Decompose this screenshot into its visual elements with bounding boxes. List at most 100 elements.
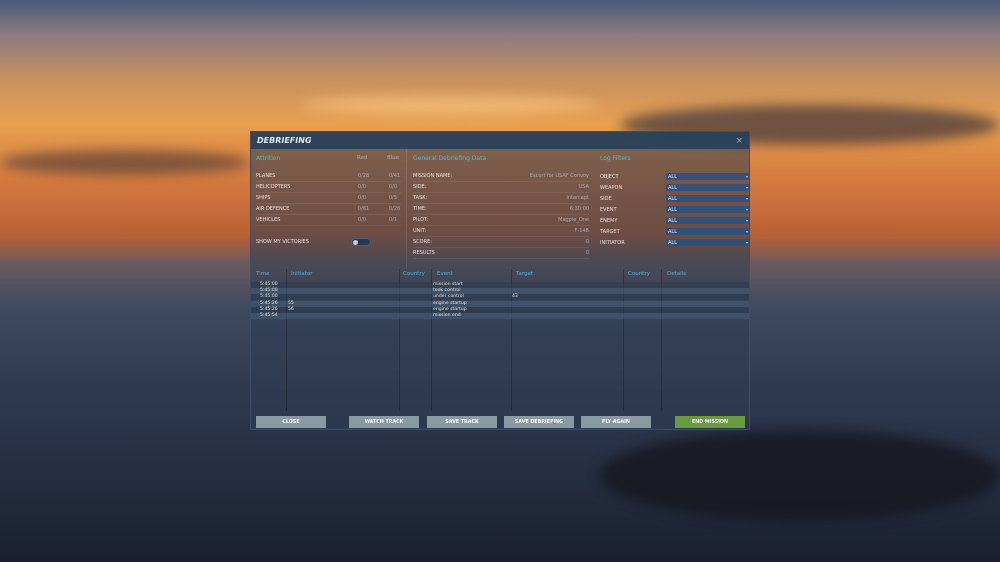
attrition-header: Attrition [256,155,281,162]
filter-select[interactable]: ALL ▾ [666,195,750,202]
attrition-label: AIR DEFENCE [256,206,290,212]
col-time[interactable]: Time [256,271,269,277]
filter-value: ALL [668,206,677,213]
log-row[interactable]: 5:45:26 56 engine startup [251,306,749,313]
general-label: TASK: [413,195,428,201]
col-target[interactable]: Target [516,271,533,277]
col-country-target[interactable]: Country [628,271,650,277]
filter-select[interactable]: ALL ▾ [666,206,750,213]
blue-col-header: Blue [387,155,400,161]
log-row[interactable]: 5:45:00 took control [251,288,749,295]
filter-row: INITIATOR ALL ▾ [600,237,750,248]
filter-select[interactable]: ALL ▾ [666,184,750,191]
red-count: 0/0 [358,184,367,190]
sky-cloud [0,150,250,175]
log-target: 43 [512,294,518,300]
general-label: SCORE: [413,239,432,245]
log-event: engine startup [433,300,467,306]
filter-value: ALL [668,173,677,180]
log-row[interactable]: 5:45:00 mission start [251,282,749,288]
chevron-down-icon: ▾ [745,229,748,234]
general-row: SIDE: USA [413,182,589,193]
show-victories-toggle[interactable] [351,238,371,246]
log-time: 5:45:00 [260,288,278,294]
chevron-down-icon: ▾ [745,207,748,212]
filter-select[interactable]: ALL ▾ [666,239,750,246]
chevron-down-icon: ▾ [745,218,748,223]
filter-value: ALL [668,239,677,246]
general-label: TIME: [413,206,427,212]
dialog-title: DEBRIEFING [257,136,312,145]
filter-label: OBJECT [600,173,619,180]
blue-count: 0/41 [389,173,401,179]
blue-count: 0/5 [389,195,398,201]
close-icon[interactable]: × [735,136,743,146]
red-col-header: Red [357,155,368,161]
log-time: 5:45:00 [260,294,278,300]
chevron-down-icon: ▾ [745,196,748,201]
general-section: General Debriefing Data MISSION NAME: Es… [406,149,596,269]
red-count: 0/0 [358,195,367,201]
log-event: engine startup [433,306,467,312]
general-label: RESULTS [413,250,435,256]
log-event: mission end [433,313,461,318]
red-count: 0/61 [358,206,370,212]
general-value: Escort for USAF Convoy [529,173,589,179]
filter-row: WEAPON ALL ▾ [600,182,750,193]
filter-select[interactable]: ALL ▾ [666,217,750,224]
log-row[interactable]: 5:45:54 mission end [251,313,749,319]
filter-select[interactable]: ALL ▾ [666,173,750,180]
filter-value: ALL [668,228,677,235]
filter-row: EVENT ALL ▾ [600,204,750,215]
filter-label: ENEMY [600,217,618,224]
filter-select[interactable]: ALL ▾ [666,228,750,235]
filter-label: INITIATOR [600,239,625,246]
log-initiator: 55 [288,300,294,306]
fly-again-button[interactable]: FLY AGAIN [581,416,651,428]
filter-row: ENEMY ALL ▾ [600,215,750,226]
col-event[interactable]: Event [437,271,453,277]
title-bar: DEBRIEFING × [251,132,749,149]
sky-cloud [300,95,600,115]
chevron-down-icon: ▾ [745,174,748,179]
general-value: USA [578,184,589,190]
filter-label: SIDE [600,195,612,202]
chevron-down-icon: ▾ [745,185,748,190]
attrition-label: PLANES [256,173,276,179]
blue-count: 0/1 [389,217,398,223]
save-debriefing-button[interactable]: SAVE DEBRIEFING [504,416,574,428]
blue-count: 0/28 [389,206,401,212]
log-row[interactable]: 5:45:00 under control 43 [251,294,749,301]
close-button[interactable]: CLOSE [256,416,326,428]
general-label: MISSION NAME: [413,173,453,179]
log-event: mission start [433,282,463,287]
attrition-row: VEHICLES 0/0 0/1 [256,215,401,226]
filter-row: SIDE ALL ▾ [600,193,750,204]
end-mission-button[interactable]: END MISSION [675,416,745,428]
log-row[interactable]: 5:45:26 55 engine startup [251,300,749,307]
filter-label: TARGET [600,228,620,235]
attrition-row: AIR DEFENCE 0/61 0/28 [256,204,401,215]
mountain-silhouette [600,430,1000,520]
red-count: 0/28 [358,173,370,179]
general-row: UNIT: F-14B [413,226,589,237]
blue-count: 0/0 [389,184,398,190]
log-event: under control [433,294,464,300]
general-row: MISSION NAME: Escort for USAF Convoy [413,171,589,182]
general-row: TIME: 6:30:00 [413,204,589,215]
general-label: PILOT: [413,217,429,223]
attrition-label: SHIPS [256,195,271,201]
col-country[interactable]: Country [403,271,425,277]
log-time: 5:45:00 [260,282,278,287]
general-value: Magpie_One [558,217,589,223]
general-value: Intercept [566,195,589,201]
filters-header: Log Filters [600,155,631,162]
log-initiator: 56 [288,306,294,312]
general-value: 0 [585,239,589,245]
col-initiator[interactable]: Initiator [291,271,312,277]
general-row: TASK: Intercept [413,193,589,204]
col-details[interactable]: Details [667,271,686,277]
attrition-row: SHIPS 0/0 0/5 [256,193,401,204]
save-track-button[interactable]: SAVE TRACK [427,416,497,428]
watch-track-button[interactable]: WATCH TRACK [349,416,419,428]
